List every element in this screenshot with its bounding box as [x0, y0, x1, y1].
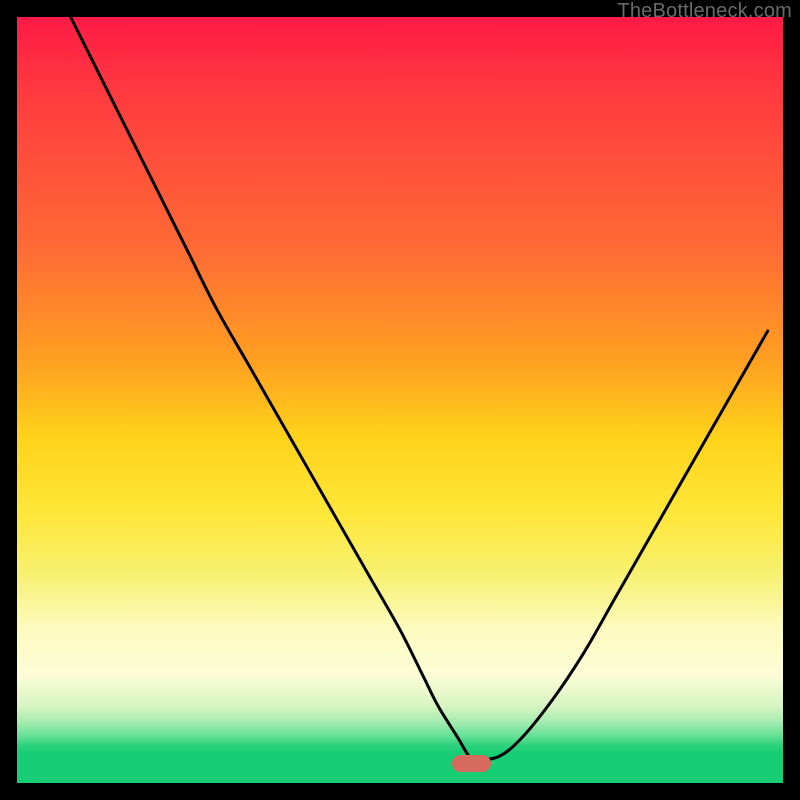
chart-frame — [15, 15, 785, 785]
watermark-text: TheBottleneck.com — [617, 0, 792, 23]
bottleneck-minimum-marker — [452, 755, 491, 772]
bottleneck-curve — [17, 17, 783, 783]
